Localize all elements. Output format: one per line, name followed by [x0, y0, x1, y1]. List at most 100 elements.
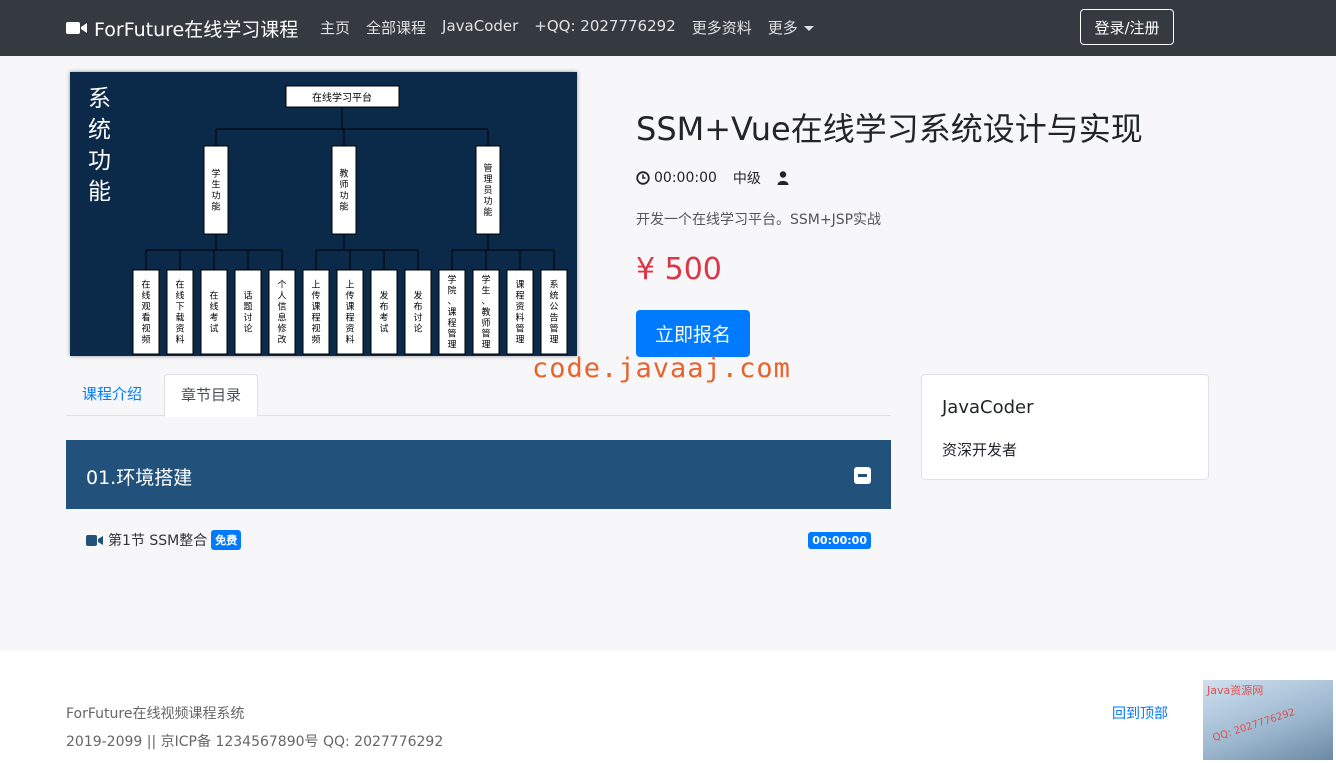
cover-diagram: 系 统 功 能 在线学习平台 学生功能教师功能管理员功能 在线观看视频在线下载资…: [88, 85, 568, 355]
nav-links: 主页 全部课程 JavaCoder +QQ: 2027776292 更多资料 更…: [320, 17, 814, 38]
cover-leaf-label: 信: [277, 301, 286, 313]
cover-leaf-label: 息: [277, 312, 286, 324]
lesson-item[interactable]: 第1节 SSM整合 免费 00:00:00: [86, 528, 871, 552]
cover-leaf-label: 学: [481, 273, 490, 285]
cover-leaf-label: 论: [413, 323, 422, 335]
cover-leaf-label: 看: [141, 312, 150, 324]
cover-leaf-label: 论: [243, 323, 252, 335]
cover-leaf-label: 管: [447, 328, 456, 340]
course-cover-image: 系 统 功 能 在线学习平台 学生功能教师功能管理员功能 在线观看视频在线下载资…: [70, 72, 577, 356]
course-level: 中级: [732, 171, 761, 187]
cover-root-label: 在线学习平台: [312, 91, 372, 104]
video-camera-icon: [66, 22, 87, 34]
cover-leaf-label: 程: [515, 291, 524, 302]
nav-more-resources[interactable]: 更多资料: [692, 17, 752, 38]
cover-leaf-label: 频: [141, 334, 150, 346]
cover-branch-label: 学: [211, 168, 220, 180]
cover-leaf-label: 在: [209, 290, 218, 302]
cover-leaf-label: 料: [345, 334, 354, 346]
cover-leaf-label: 料: [515, 312, 524, 324]
cover-leaf-label: 传: [345, 290, 354, 302]
cover-leaf-label: 考: [209, 313, 218, 324]
chapter-title: 01.环境搭建: [86, 467, 193, 489]
nav-home[interactable]: 主页: [320, 17, 350, 38]
nav-all-courses[interactable]: 全部课程: [366, 17, 426, 38]
cover-leaf-label: 生: [481, 284, 490, 296]
cover-branch-label: 员: [483, 185, 492, 196]
collapse-minus-icon[interactable]: [854, 467, 871, 484]
lesson-title: 第1节 SSM整合: [108, 533, 208, 549]
nav-more-dropdown[interactable]: 更多: [768, 17, 814, 38]
cover-leaf-label: 试: [379, 323, 388, 335]
cover-leaf-label: 公: [549, 302, 558, 313]
cover-branch-label: 能: [483, 206, 492, 218]
author-name: JavaCoder: [942, 397, 1034, 418]
video-camera-icon: [86, 534, 103, 546]
cover-leaf-label: 程: [311, 313, 320, 324]
cover-side-char: 统: [88, 117, 111, 143]
free-badge: 免费: [211, 530, 242, 550]
cover-leaf-label: 线: [141, 290, 150, 302]
cover-leaf-label: 线: [175, 290, 184, 302]
cover-leaf-label: 管: [515, 323, 524, 335]
cover-branch-label: 教: [339, 168, 348, 180]
cover-leaf-label: 视: [141, 323, 150, 335]
cover-leaf-label: 发: [413, 290, 422, 302]
enroll-button[interactable]: 立即报名: [636, 310, 750, 357]
cover-leaf-label: 上: [311, 280, 320, 291]
cover-leaf-label: 管: [481, 328, 490, 340]
nav-qq[interactable]: +QQ: 2027776292: [534, 17, 675, 38]
cover-leaf-label: 程: [447, 318, 456, 329]
cover-leaf-label: 教: [481, 306, 490, 318]
cover-leaf-label: 告: [549, 312, 558, 324]
course-duration: 00:00:00: [654, 170, 717, 186]
nav-javacoder[interactable]: JavaCoder: [442, 17, 518, 38]
cover-leaf-label: 发: [379, 290, 388, 302]
cover-leaf-label: 料: [175, 334, 184, 346]
tab-course-intro[interactable]: 课程介绍: [66, 374, 158, 414]
cover-leaf-label: 师: [481, 317, 490, 329]
cover-leaf-label: 、: [481, 297, 490, 307]
cover-leaf-label: 人: [277, 291, 286, 302]
cover-leaf-label: 载: [175, 312, 184, 324]
brand-name: ForFuture在线学习课程: [94, 18, 299, 41]
back-to-top-link[interactable]: 回到顶部: [1112, 703, 1168, 723]
course-meta: 00:00:00 中级: [636, 168, 789, 188]
cover-leaf-label: 程: [345, 313, 354, 324]
cover-leaf-label: 在: [175, 279, 184, 291]
cover-leaf-label: 讨: [243, 312, 252, 324]
cover-leaf-label: 在: [141, 279, 150, 291]
footer-copyright: 2019-2099 || 京ICP备 1234567890号 QQ: 20277…: [66, 734, 444, 750]
cover-leaf-label: 课: [311, 302, 320, 313]
cover-leaf-label: 布: [379, 301, 388, 313]
chapter-header[interactable]: 01.环境搭建: [66, 440, 891, 509]
cover-leaf-label: 课: [447, 307, 456, 318]
brand-link[interactable]: ForFuture在线学习课程: [66, 14, 298, 42]
cover-branch-label: 功: [211, 191, 220, 202]
author-card: JavaCoder 资深开发者: [921, 374, 1209, 480]
cover-leaf-label: 理: [447, 340, 456, 351]
cover-leaf-label: 资: [175, 324, 184, 335]
cover-leaf-label: 学: [447, 273, 456, 285]
user-icon: [777, 171, 789, 185]
cover-leaf-label: 布: [413, 301, 422, 313]
corner-promo-title: Java资源网: [1207, 684, 1264, 697]
cover-leaf-label: 话: [243, 290, 252, 302]
login-register-button[interactable]: 登录/注册: [1080, 9, 1174, 45]
cover-leaf-label: 资: [515, 302, 524, 313]
caret-down-icon: [803, 26, 814, 31]
cover-leaf-label: 理: [481, 340, 490, 351]
tab-chapter-list[interactable]: 章节目录: [164, 374, 259, 417]
cover-leaf-label: 个: [277, 280, 286, 291]
footer-site-name: ForFuture在线视频课程系统: [66, 706, 245, 722]
cover-leaf-label: 理: [515, 335, 524, 346]
cover-branch-label: 能: [339, 201, 348, 213]
cover-leaf-label: 观: [141, 302, 150, 313]
cover-leaf-label: 课: [515, 280, 524, 291]
lesson-duration-badge: 00:00:00: [808, 531, 871, 549]
cover-branch-label: 生: [211, 179, 220, 191]
cover-leaf-label: 管: [549, 323, 558, 335]
cover-side-char: 功: [88, 148, 111, 174]
cover-leaf-label: 题: [243, 302, 252, 313]
course-tabs: 课程介绍 章节目录: [66, 374, 891, 417]
